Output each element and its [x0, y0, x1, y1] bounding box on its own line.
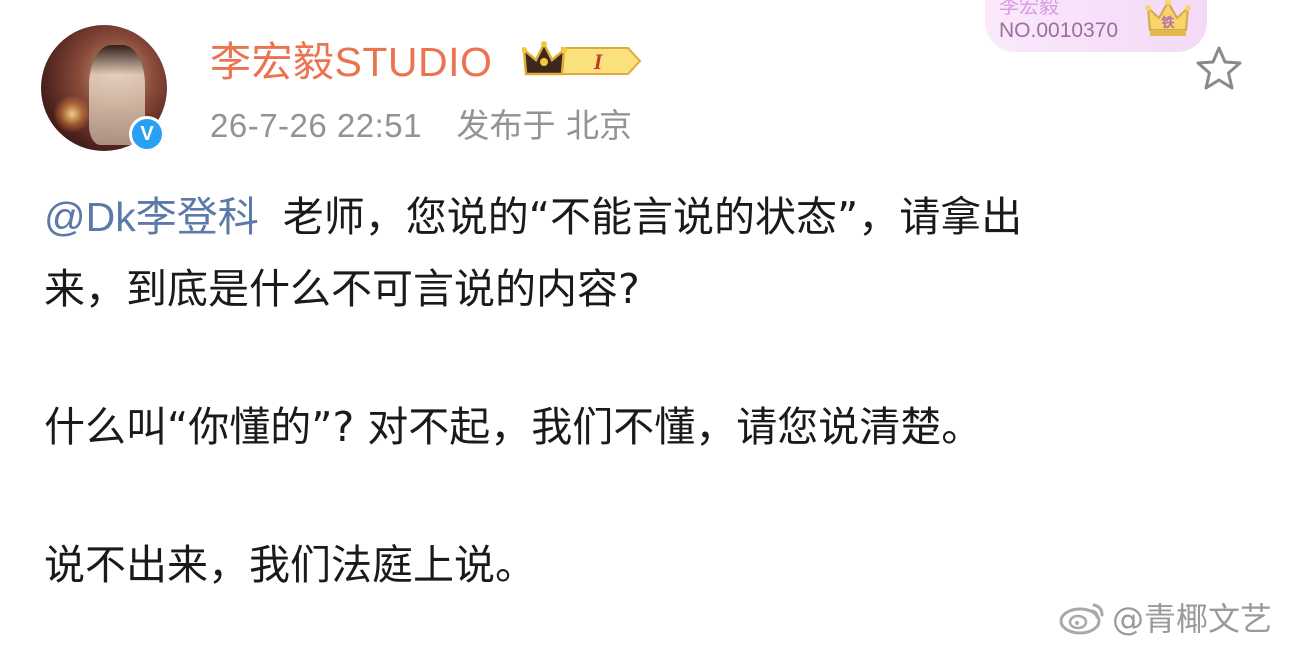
watermark-text: @青椰文艺 — [1112, 600, 1273, 638]
level-number: I — [593, 49, 604, 74]
mention-link[interactable]: @Dk李登科 — [44, 194, 259, 240]
author-name[interactable]: 李宏毅STUDIO — [210, 36, 492, 88]
star-icon[interactable] — [1194, 44, 1244, 94]
post-location: 发布于 北京 — [456, 106, 633, 145]
fan-card-tier: 铁 — [1160, 15, 1174, 31]
weibo-logo-icon — [1059, 603, 1104, 635]
fan-card[interactable]: 李宏毅 NO.0010370 铁 — [985, 0, 1207, 52]
post-paragraph-1: @Dk李登科 老师，您说的“不能言说的状态”，请拿出 来，到底是什么不可言说的内容… — [44, 181, 1244, 325]
fan-card-name: 李宏毅 — [999, 0, 1059, 18]
weibo-post: V 李宏毅STUDIO I 26-7-26 22:51 发布于 北京 李宏毅 N… — [0, 0, 1290, 649]
post-text-line-1: 老师，您说的“不能言说的状态”，请拿出 — [282, 193, 1023, 241]
watermark: @青椰文艺 — [1058, 595, 1272, 639]
post-paragraph-3: 说不出来，我们法庭上说。 — [44, 541, 536, 589]
verified-badge-icon: V — [129, 116, 165, 152]
post-paragraph-2: 什么叫“你懂的”? 对不起，我们不懂，请您说清楚。 — [44, 403, 983, 451]
post-meta: 26-7-26 22:51 发布于 北京 — [210, 104, 632, 148]
fan-card-number: NO.0010370 — [999, 19, 1119, 42]
post-line-1: @Dk李登科 老师，您说的“不能言说的状态”，请拿出 — [44, 181, 1244, 253]
avatar-glow — [53, 95, 91, 133]
post-time: 26-7-26 22:51 — [210, 107, 422, 144]
fan-card-crown-icon: 铁 — [1145, 0, 1191, 36]
member-level-badge-icon[interactable]: I — [522, 40, 644, 82]
post-text-line-2: 来，到底是什么不可言说的内容? — [44, 265, 640, 313]
